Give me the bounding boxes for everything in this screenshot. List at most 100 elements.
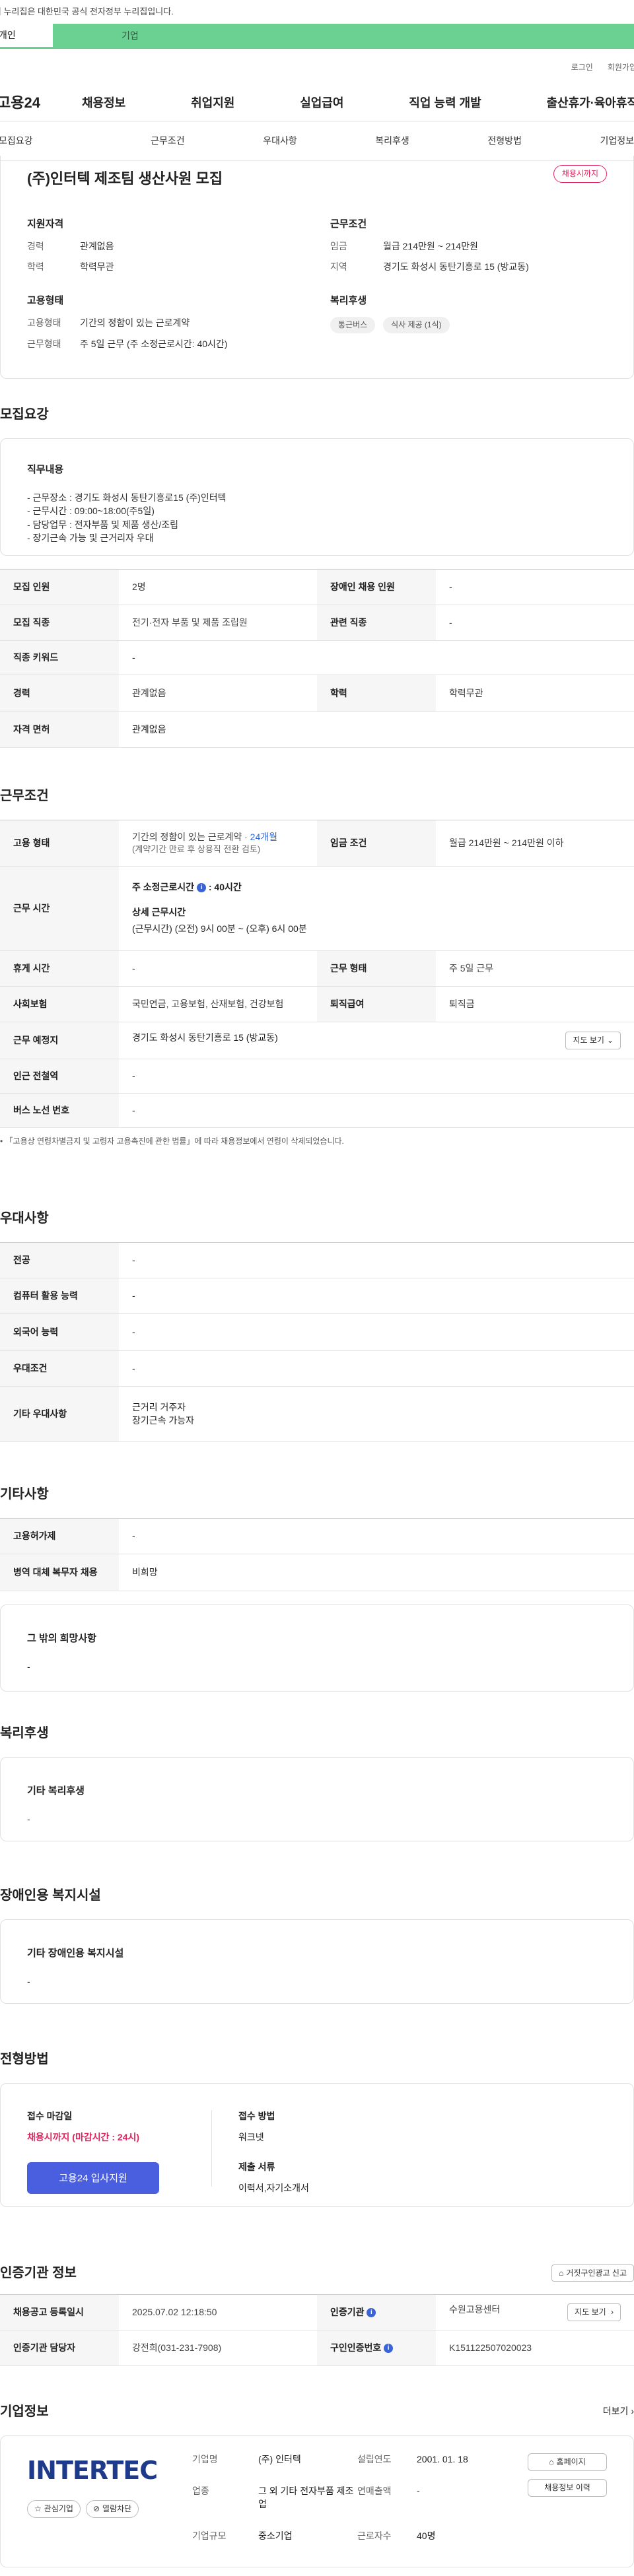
site-logo[interactable]: 고용24 [0,93,63,114]
sales-key: 연매출액 [357,2486,392,2497]
more-link[interactable]: 더보기 › [603,2405,634,2418]
subnav-pref[interactable]: 우대사항 [263,135,297,148]
history-button[interactable]: 채용정보 이력 [528,2478,607,2497]
recruit-section: 모집요강 직무내용 - 근무장소 : 경기도 화성시 동탄기흥로15 (주)인터… [0,405,634,748]
process-section: 전형방법 접수 마감일 채용시까지 (마감시간 : 24시) 고용24 입사지원… [0,2050,634,2207]
row-value: - [119,1350,634,1387]
row-value: 국민연금, 고용보험, 산재보험, 건강보험 [119,986,317,1022]
table-row: 컴퓨터 활용 능력 - [0,1278,634,1314]
row-value: - [119,1518,634,1554]
edu-value: 학력무관 [80,261,114,273]
scale-value: 중소기업 [258,2530,293,2541]
company-info-grid: 기업명 (주) 인터텍 설립연도 2001. 01. 18 업종 그 외 기타 … [192,2453,496,2550]
scale-key: 기업규모 [192,2530,227,2541]
table-row: 직종 키워드 - [0,640,634,675]
gnb-item-benefit[interactable]: 실업급여 [300,95,343,112]
row-value: 관계없음 [119,711,634,748]
apply-button[interactable]: 고용24 입사지원 [27,2162,159,2195]
member-type-tabs: 개인 기업 [0,24,634,49]
agency-map-button[interactable]: 지도 보기 › [567,2303,621,2321]
row-key: 고용 형태 [0,820,119,867]
recruit-table: 모집 인원 2명 장애인 채용 인원 - 모집 직종 전기·전자 부품 및 제품… [0,569,634,748]
deadline-badge: 채용시까지 [553,165,607,183]
table-row: 버스 노선 번호 - [0,1093,634,1128]
gnb-item-leave[interactable]: 출산휴가·육아휴직 [547,95,634,112]
table-row: 근무 예정지 경기도 화성시 동탄기흥로 15 (방교동) 지도 보기 ⌄ [0,1022,634,1059]
gnb-item-jobs[interactable]: 채용정보 [82,95,125,112]
row-value: 강전희(031-231-7908) [119,2330,317,2366]
row-value: 월급 214만원 ~ 214만원 이하 [436,820,634,867]
duty-line: - 근무시간 : 09:00~18:00(주5일) [27,506,155,517]
row-value: - [119,1313,634,1351]
tab-personal[interactable]: 개인 [0,24,53,49]
row-values: 근거리 거주자 장기근속 가능자 [119,1386,634,1442]
duty-line: - 담당업무 : 전자부품 및 제품 생산/조립 [27,519,178,530]
gnb-menu: 채용정보 취업지원 실업급여 직업 능력 개발 출산휴가·육아휴직 [63,95,634,112]
wish-box: 그 밖의 희망사항 - [0,1604,634,1692]
subnav-recruit[interactable]: 모집요강 [0,135,33,148]
info-icon[interactable]: i [367,2308,376,2317]
company-actions: ⌂ 홈페이지 채용정보 이력 [528,2453,607,2550]
row-key: 임금 조건 [317,820,436,867]
region-key: 지역 [330,261,347,273]
table-row: 경력 관계없음 학력 학력무관 [0,675,634,712]
row-key: 장애인 채용 인원 [317,569,436,605]
subnav-process[interactable]: 전형방법 [487,135,522,148]
age-note: • 「고용상 연령차별금지 및 고령자 고용촉진에 관한 법률」에 따라 채용정… [0,1137,344,1146]
info-icon[interactable]: i [384,2344,394,2353]
emp-heading: 고용형태 [27,294,64,306]
row-value: - [119,1059,634,1094]
etc-section: 기타사항 고용허가제 - 병역 대체 복무자 채용 비희망 그 밖의 희망사항 - [0,1485,634,1692]
signup-link[interactable]: 회원가입 [608,62,634,73]
row-key: 퇴직급여 [317,986,436,1022]
subnav-work[interactable]: 근무조건 [151,135,185,148]
gnb-item-support[interactable]: 취업지원 [191,95,234,112]
job-title: (주)인터텍 제조팀 생산사원 모집 [27,170,223,187]
age-note-text: 「고용상 연령차별금지 및 고령자 고용촉진에 관한 법률」에 따라 채용정보에… [5,1137,344,1146]
report-button[interactable]: ⌂ 거짓구인광고 신고 [551,2264,634,2282]
homepage-button[interactable]: ⌂ 홈페이지 [528,2453,607,2471]
fav-button[interactable]: ☆ 관심기업 [27,2500,81,2518]
subnav-welfare[interactable]: 복리후생 [375,135,409,148]
pref-table: 전공 - 컴퓨터 활용 능력 - 외국어 능력 - 우대조건 - 기타 우대사항 근거리 … [0,1242,634,1442]
duty-box: 직무내용 - 근무장소 : 경기도 화성시 동탄기흥로15 (주)인터텍 - 근… [0,438,634,556]
table-row: 인근 전철역 - [0,1059,634,1094]
info-icon[interactable]: i [196,883,206,893]
chip-meal: 식사 제공 (1식) [383,316,450,333]
row-value: 주 5일 근무 [436,950,634,987]
row-key: 병역 대체 복무자 채용 [0,1554,119,1591]
row-value: 관계없음 [119,675,317,712]
table-row: 휴게 시간 - 근무 형태 주 5일 근무 [0,950,634,987]
table-row: 외국어 능력 - [0,1313,634,1351]
emp-cell: 기간의 정함이 있는 근로계약 · 24개월 (계약기간 만료 후 상용직 전환… [119,820,317,867]
tab-company[interactable]: 기업 [53,24,634,49]
table-row: 병역 대체 복무자 채용 비희망 [0,1554,634,1591]
row-key: 채용공고 등록일시 [0,2294,119,2330]
row-key: 근무 예정지 [0,1022,119,1059]
row-value: - [119,1093,634,1128]
welfare-box-heading: 기타 복리후생 [27,1785,85,1797]
disabled-heading: 장애인용 복지시설 [0,1888,101,1903]
row-value: - [119,1242,634,1278]
map-button[interactable]: 지도 보기 ⌄ [565,1032,621,1049]
wish-value: - [27,1661,30,1672]
row-key: 근무 시간 [0,866,119,951]
row-value: 근거리 거주자 [132,1401,186,1412]
home-icon: ⌂ [559,2268,564,2278]
disabled-section: 장애인용 복지시설 기타 장애인용 복지시설 - [0,1886,634,2004]
block-button[interactable]: ⊘ 열람차단 [85,2500,139,2518]
hours-cell: 주 소정근로시간 i : 40시간 상세 근무시간 (근무시간) (오전) 9시… [119,866,634,951]
login-link[interactable]: 로그인 [571,62,593,73]
emp-key: 고용형태 [27,317,61,328]
sales-value: - [417,2486,420,2497]
table-row: 근무 시간 주 소정근로시간 i : 40시간 상세 근무시간 (근무시간) (… [0,866,634,951]
chevron-down-icon: ⌄ [606,1036,614,1045]
industry-value: 그 외 기타 전자부품 제조업 [258,2486,354,2509]
hours-detail: (근무시간) (오전) 9시 00분 ~ (오후) 6시 00분 [132,923,307,935]
career-value: 관계없음 [80,240,114,251]
worktype-key: 근무형태 [27,338,61,349]
emp-value: 기간의 정함이 있는 근로계약 [80,317,190,328]
gnb-item-training[interactable]: 직업 능력 개발 [409,95,481,112]
row-key: 우대조건 [0,1350,119,1387]
subnav-company[interactable]: 기업정보 [600,135,634,148]
